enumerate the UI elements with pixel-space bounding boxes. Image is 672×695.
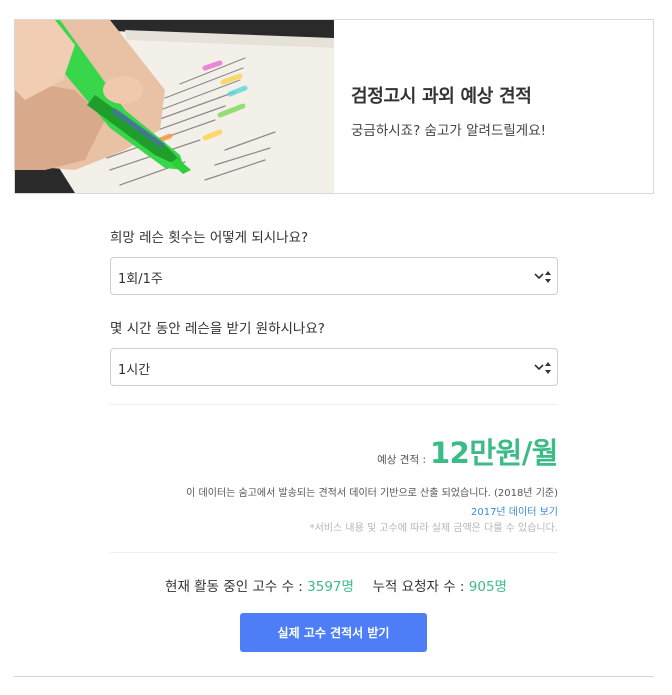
active-experts-count: 3597명 — [307, 579, 354, 595]
hero-image — [15, 20, 334, 193]
lesson-frequency-select[interactable]: 1회/1주 — [110, 257, 558, 295]
lesson-frequency-label: 희망 레슨 횟수는 어떻게 되시나요? — [110, 230, 309, 246]
data-source-note: 이 데이터는 숨고에서 발송되는 견적서 데이터 기반으로 산출 되었습니다. … — [186, 488, 558, 499]
lesson-frequency-value: 1회/1주 — [118, 272, 163, 287]
hero-title: 검정고시 과외 예상 견적 — [351, 86, 532, 107]
section-divider — [110, 552, 558, 553]
active-experts-label: 현재 활동 중인 고수 수 : — [165, 579, 303, 595]
bottom-divider — [14, 676, 654, 677]
estimate-form: 희망 레슨 횟수는 어떻게 되시나요? 1회/1주 몇 시간 동안 레슨을 받기… — [110, 226, 558, 386]
chevron-updown-icon — [534, 271, 551, 283]
hero-subtitle: 궁금하시죠? 숨고가 알려드릴게요! — [351, 123, 547, 139]
chevron-updown-icon — [534, 362, 551, 374]
lesson-duration-label: 몇 시간 동안 레슨을 받기 원하시나요? — [110, 321, 325, 337]
stats-line: 현재 활동 중인 고수 수 : 3597명 누적 요청자 수 : 905명 — [0, 575, 672, 595]
section-divider — [110, 404, 558, 405]
total-requests-count: 905명 — [468, 579, 507, 595]
get-quotes-button[interactable]: 실제 고수 견적서 받기 — [240, 613, 427, 652]
estimate-value: 12만원/월 — [430, 436, 559, 470]
lesson-duration-value: 1시간 — [118, 363, 151, 378]
total-requests-label: 누적 요청자 수 : — [372, 579, 465, 595]
estimate-label: 예상 견적 : — [377, 454, 426, 466]
hero-text: 검정고시 과외 예상 견적 궁금하시죠? 숨고가 알려드릴게요! — [334, 20, 653, 193]
disclaimer-note: *서비스 내용 및 고수에 따라 실제 금액은 다를 수 있습니다. — [309, 523, 558, 534]
hero-banner: 검정고시 과외 예상 견적 궁금하시죠? 숨고가 알려드릴게요! — [14, 19, 654, 194]
previous-data-link[interactable]: 2017년 데이터 보기 — [471, 503, 558, 518]
lesson-duration-select[interactable]: 1시간 — [110, 348, 558, 386]
estimate-result: 예상 견적 : 12만원/월 — [377, 430, 558, 472]
